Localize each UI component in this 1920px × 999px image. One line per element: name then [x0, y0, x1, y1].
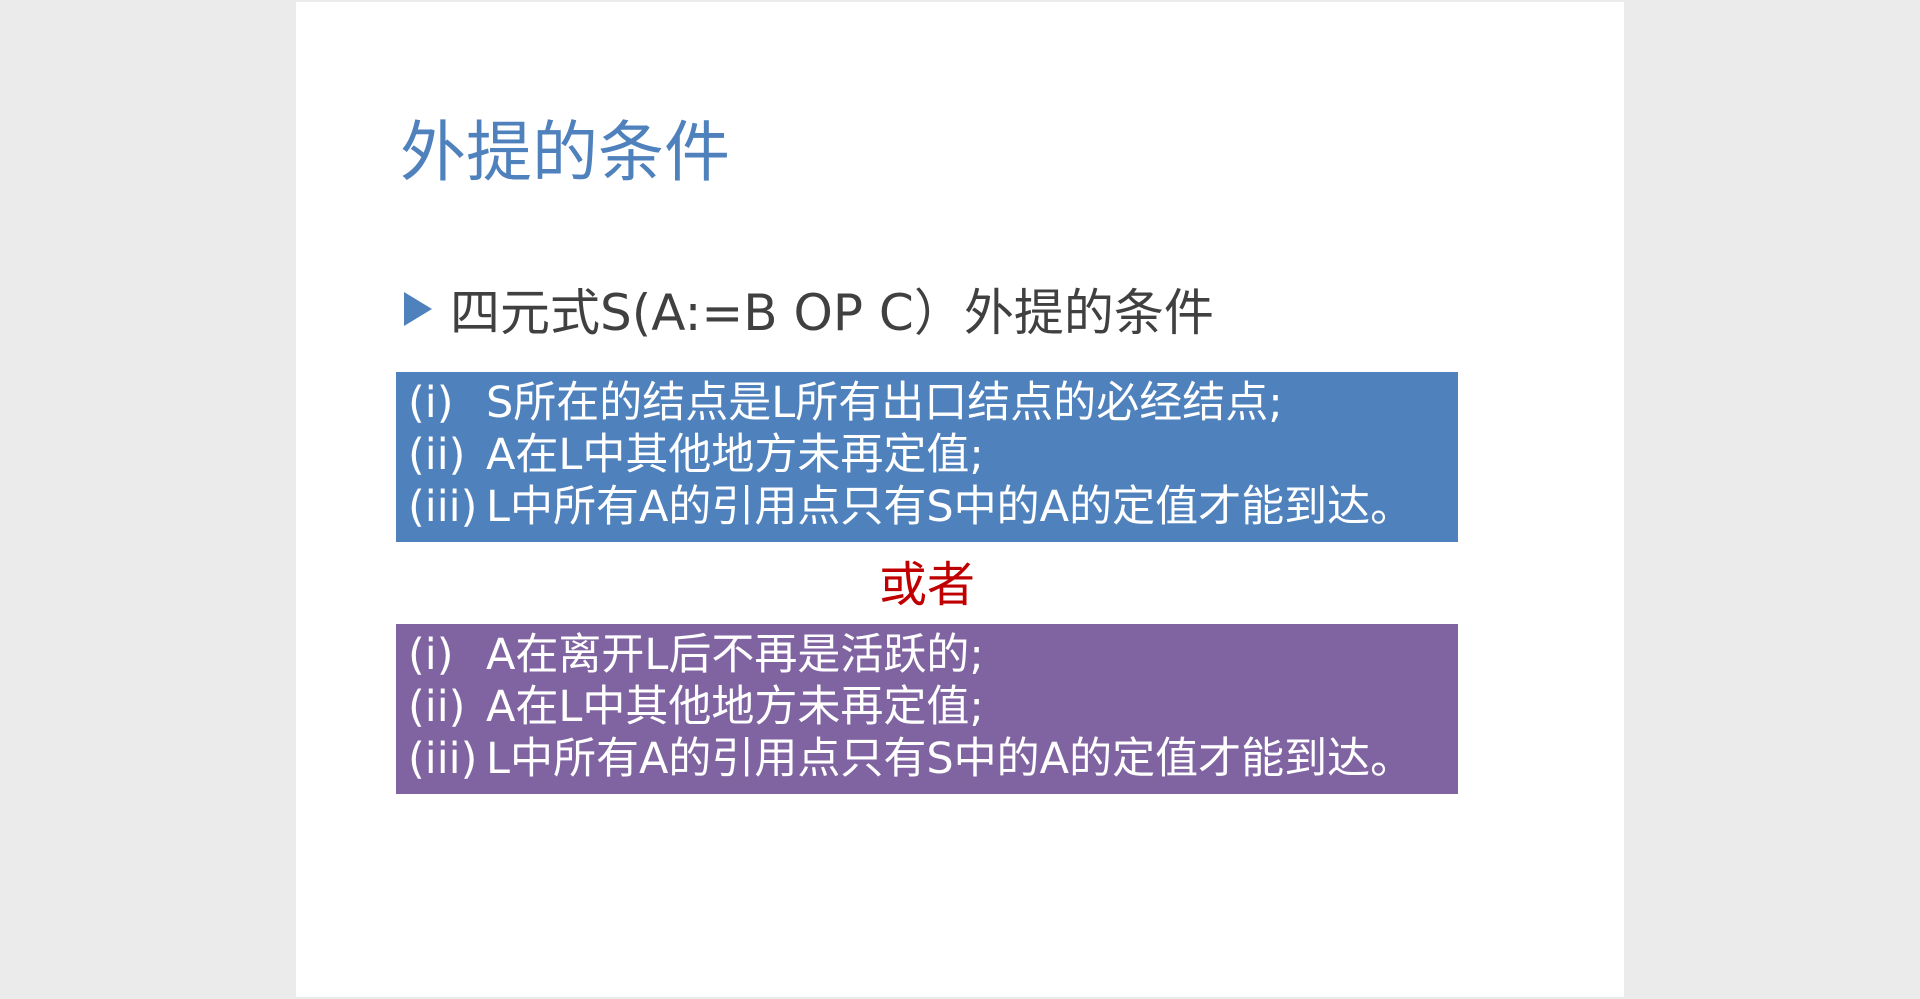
condition-box-2: (i) A在离开L后不再是活跃的; (ii) A在L中其他地方未再定值; (ii…: [396, 624, 1458, 794]
condition-item: (i) A在离开L后不再是活跃的;: [408, 629, 1458, 681]
condition-number: (i): [408, 630, 454, 680]
condition-number: (ii): [408, 682, 466, 732]
bullet-text: 四元式S(A:=B OP C）外提的条件: [450, 284, 1214, 342]
triangle-bullet-icon: [404, 292, 432, 326]
slide: 外提的条件 四元式S(A:=B OP C）外提的条件 (i) S所在的结点是L所…: [296, 2, 1624, 997]
condition-text: A在L中其他地方未再定值;: [486, 430, 984, 480]
condition-box-1: (i) S所在的结点是L所有出口结点的必经结点; (ii) A在L中其他地方未再…: [396, 372, 1458, 542]
slide-title: 外提的条件: [400, 114, 730, 191]
condition-number: (iii): [408, 734, 478, 784]
condition-item: (iii) L中所有A的引用点只有S中的A的定值才能到达。: [408, 733, 1458, 785]
bullet-item: 四元式S(A:=B OP C）外提的条件: [404, 274, 1214, 344]
condition-item: (ii) A在L中其他地方未再定值;: [408, 429, 1458, 481]
condition-text: S所在的结点是L所有出口结点的必经结点;: [486, 378, 1283, 428]
condition-text: L中所有A的引用点只有S中的A的定值才能到达。: [486, 482, 1414, 532]
condition-text: A在L中其他地方未再定值;: [486, 682, 984, 732]
condition-item: (i) S所在的结点是L所有出口结点的必经结点;: [408, 377, 1458, 429]
condition-number: (i): [408, 378, 454, 428]
condition-number: (iii): [408, 482, 478, 532]
condition-text: A在离开L后不再是活跃的;: [486, 630, 984, 680]
condition-item: (iii) L中所有A的引用点只有S中的A的定值才能到达。: [408, 481, 1458, 533]
or-label: 或者: [878, 557, 975, 613]
condition-text: L中所有A的引用点只有S中的A的定值才能到达。: [486, 734, 1414, 784]
condition-number: (ii): [408, 430, 466, 480]
condition-item: (ii) A在L中其他地方未再定值;: [408, 681, 1458, 733]
